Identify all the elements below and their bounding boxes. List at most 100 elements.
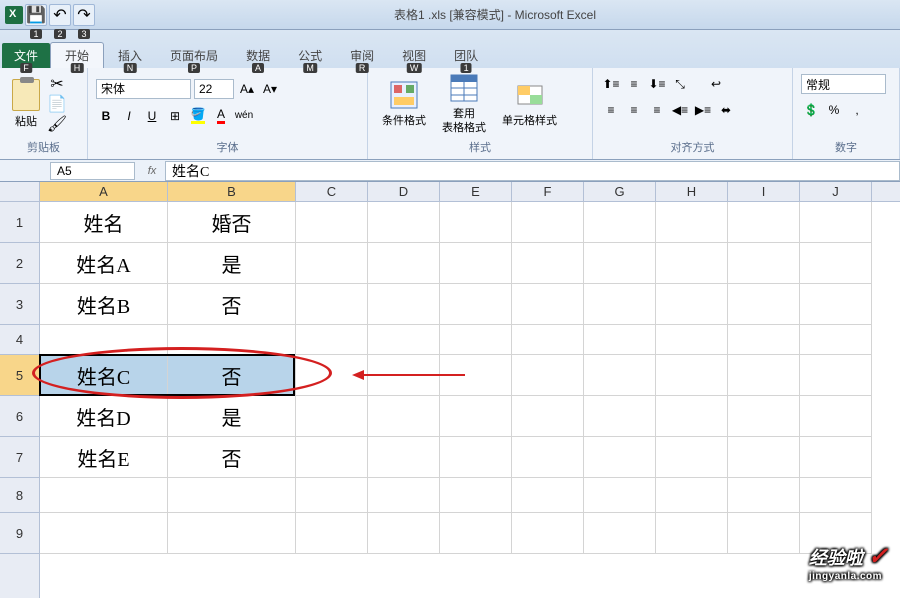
cell-B4[interactable] [168, 325, 296, 355]
tab-formulas[interactable]: 公式 M [284, 43, 336, 68]
row-header-4[interactable]: 4 [0, 325, 39, 355]
cell-B6[interactable]: 是 [168, 396, 296, 437]
tab-home-key: H [71, 63, 84, 73]
cell-J1[interactable] [800, 202, 872, 243]
tab-review[interactable]: 审阅 R [336, 43, 388, 68]
col-header-F[interactable]: F [512, 182, 584, 201]
percent-button[interactable]: % [824, 100, 844, 120]
row-5: 姓名C 否 [40, 355, 900, 396]
row-header-1[interactable]: 1 [0, 202, 39, 243]
row-header-7[interactable]: 7 [0, 437, 39, 478]
comma-button[interactable]: , [847, 100, 867, 120]
cell-I1[interactable] [728, 202, 800, 243]
group-clipboard: 粘贴 ✂ 📄 🖌 剪贴板 [0, 68, 88, 159]
col-header-C[interactable]: C [296, 182, 368, 201]
name-box[interactable] [50, 162, 135, 180]
align-bottom-button[interactable]: ⬇≡ [647, 74, 667, 94]
select-all-corner[interactable] [0, 182, 39, 202]
italic-button[interactable]: I [119, 106, 139, 126]
cell-B3[interactable]: 否 [168, 284, 296, 325]
row-header-6[interactable]: 6 [0, 396, 39, 437]
font-name-select[interactable] [96, 79, 191, 99]
cell-A7[interactable]: 姓名E [40, 437, 168, 478]
conditional-format-button[interactable]: 条件格式 [376, 78, 432, 130]
decrease-font-button[interactable]: A▾ [260, 79, 280, 99]
cell-A2[interactable]: 姓名A [40, 243, 168, 284]
cell-A3[interactable]: 姓名B [40, 284, 168, 325]
phonetic-button[interactable]: wén [234, 106, 254, 126]
cell-B7[interactable]: 否 [168, 437, 296, 478]
qat-redo-button[interactable]: ↷ 3 [73, 4, 95, 26]
group-font-label: 字体 [96, 137, 359, 157]
tab-layout[interactable]: 页面布局 P [156, 43, 232, 68]
qat-undo-button[interactable]: ↶ 2 [49, 4, 71, 26]
tab-team[interactable]: 团队 1 [440, 43, 492, 68]
cells-grid[interactable]: 姓名 婚否 姓名A 是 姓名B 否 姓名C 否 [40, 202, 900, 554]
align-left-button[interactable]: ≡ [601, 100, 621, 120]
row-header-8[interactable]: 8 [0, 478, 39, 513]
group-alignment: ⬆≡ ≡ ⬇≡ ⤡ ↩ ≡ ≡ ≡ ◀≡ ▶≡ ⬌ 对齐方式 [593, 68, 793, 159]
currency-button[interactable]: 💲 [801, 100, 821, 120]
cell-H1[interactable] [656, 202, 728, 243]
number-format-select[interactable] [801, 74, 886, 94]
cell-A6[interactable]: 姓名D [40, 396, 168, 437]
border-button[interactable]: ⊞ [165, 106, 185, 126]
col-header-D[interactable]: D [368, 182, 440, 201]
wrap-text-button[interactable]: ↩ [706, 74, 726, 94]
font-size-select[interactable] [194, 79, 234, 99]
fx-button[interactable]: fx [143, 162, 161, 180]
font-color-button[interactable]: A [211, 106, 231, 126]
tab-home[interactable]: 开始 H [50, 42, 104, 68]
qat-save-button[interactable]: 💾 1 [25, 4, 47, 26]
paste-button[interactable]: 粘贴 [8, 77, 44, 131]
col-header-A[interactable]: A [40, 182, 168, 201]
row-header-9[interactable]: 9 [0, 513, 39, 554]
brush-icon: 🖌 [47, 114, 67, 134]
align-center-button[interactable]: ≡ [624, 100, 644, 120]
tab-data[interactable]: 数据 A [232, 43, 284, 68]
increase-indent-button[interactable]: ▶≡ [693, 100, 713, 120]
col-header-E[interactable]: E [440, 182, 512, 201]
cell-F1[interactable] [512, 202, 584, 243]
col-header-I[interactable]: I [728, 182, 800, 201]
row-header-2[interactable]: 2 [0, 243, 39, 284]
col-header-J[interactable]: J [800, 182, 872, 201]
copy-button[interactable]: 📄 [48, 95, 66, 113]
cell-A4[interactable] [40, 325, 168, 355]
col-header-H[interactable]: H [656, 182, 728, 201]
table-format-icon [449, 73, 479, 103]
table-format-button[interactable]: 套用 表格格式 [436, 71, 492, 137]
cell-style-button[interactable]: 单元格样式 [496, 78, 563, 130]
tab-view[interactable]: 视图 W [388, 43, 440, 68]
cell-C1[interactable] [296, 202, 368, 243]
align-right-button[interactable]: ≡ [647, 100, 667, 120]
align-middle-button[interactable]: ≡ [624, 74, 644, 94]
cell-B2[interactable]: 是 [168, 243, 296, 284]
row-header-3[interactable]: 3 [0, 284, 39, 325]
row-header-5[interactable]: 5 [0, 355, 39, 396]
cell-G1[interactable] [584, 202, 656, 243]
cell-B5[interactable]: 否 [168, 355, 296, 396]
cell-A5[interactable]: 姓名C [40, 355, 168, 396]
tab-file[interactable]: 文件 F [2, 43, 50, 68]
orientation-button[interactable]: ⤡ [670, 74, 690, 94]
cell-B1[interactable]: 婚否 [168, 202, 296, 243]
underline-button[interactable]: U [142, 106, 162, 126]
format-painter-button[interactable]: 🖌 [48, 115, 66, 133]
formula-input[interactable] [165, 161, 900, 181]
tab-insert[interactable]: 插入 N [104, 43, 156, 68]
currency-icon: 💲 [804, 103, 819, 117]
cut-button[interactable]: ✂ [48, 75, 66, 93]
col-header-G[interactable]: G [584, 182, 656, 201]
align-top-button[interactable]: ⬆≡ [601, 74, 621, 94]
bold-button[interactable]: B [96, 106, 116, 126]
cell-E1[interactable] [440, 202, 512, 243]
check-icon: ✓ [868, 543, 888, 570]
col-header-B[interactable]: B [168, 182, 296, 201]
cell-A1[interactable]: 姓名 [40, 202, 168, 243]
merge-button[interactable]: ⬌ [716, 100, 736, 120]
increase-font-button[interactable]: A▴ [237, 79, 257, 99]
fill-color-button[interactable]: 🪣 [188, 106, 208, 126]
cell-D1[interactable] [368, 202, 440, 243]
decrease-indent-button[interactable]: ◀≡ [670, 100, 690, 120]
